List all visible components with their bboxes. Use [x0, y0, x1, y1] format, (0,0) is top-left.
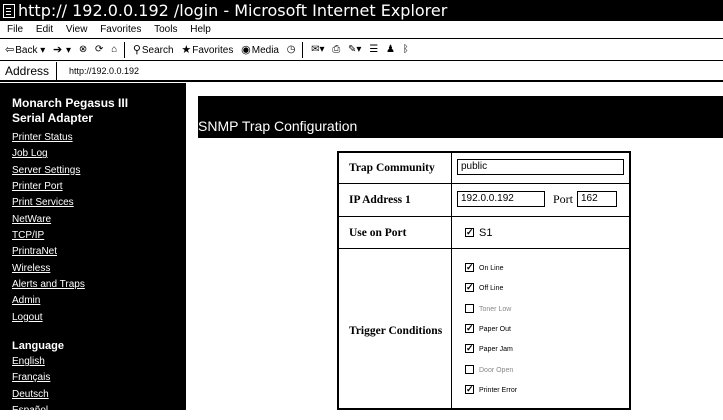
- back-dropdown-icon[interactable]: ▾: [40, 45, 45, 56]
- trigger-conditions-row: Trigger Conditions On Line Off Line Toner …: [339, 248, 629, 408]
- sidebar-link-printer-status[interactable]: Printer Status: [12, 130, 184, 146]
- trigger-conditions-label: Trigger Conditions: [349, 324, 443, 337]
- address-bar: Address http://192.0.0.192: [0, 61, 723, 82]
- frame-divider[interactable]: [184, 83, 186, 410]
- menu-bar: File Edit View Favorites Tools Help: [0, 21, 723, 39]
- sidebar-link-server-settings[interactable]: Server Settings: [12, 163, 184, 179]
- sidebar-link-job-log[interactable]: Job Log: [12, 146, 184, 162]
- trigger-conditions-list: On Line Off Line Toner Low Paper Out Paper J…: [451, 249, 629, 408]
- port-s1-checkbox[interactable]: [465, 226, 474, 238]
- sidebar-link-printer-port[interactable]: Printer Port: [12, 179, 184, 195]
- media-icon: ◉: [241, 44, 251, 56]
- ip-address-row: IP Address 1 192.0.0.192 Port 162: [339, 183, 629, 216]
- menu-file[interactable]: File: [7, 24, 23, 35]
- trigger-label: Printer Error: [479, 386, 518, 394]
- address-label: Address: [5, 64, 50, 78]
- edit-icon[interactable]: ✎▾: [348, 39, 361, 60]
- toolbar: ⇦Back ▾ ➔ ▾ ⊗ ⟳ ⌂ ⚲Search ★Favorites ◉Me…: [0, 39, 723, 61]
- trigger-checkbox[interactable]: [465, 322, 474, 334]
- trigger-checkbox[interactable]: [465, 342, 474, 354]
- language-link-espanol[interactable]: Español: [12, 403, 184, 419]
- print-icon[interactable]: ⎙: [332, 39, 340, 60]
- trigger-checkbox[interactable]: [465, 303, 474, 313]
- mail-icon[interactable]: ✉▾: [311, 39, 324, 60]
- trigger-label: On Line: [479, 265, 504, 272]
- sidebar: Monarch Pegasus III Serial Adapter Print…: [0, 83, 184, 416]
- ip-address-label: IP Address 1: [349, 194, 411, 206]
- trap-community-label: Trap Community: [349, 162, 435, 174]
- trigger-checkbox[interactable]: [465, 383, 474, 395]
- trigger-label: Paper Jam: [479, 346, 513, 354]
- language-link-english[interactable]: English: [12, 354, 184, 370]
- port-s1-label: S1: [479, 227, 493, 239]
- window-title: http:// 192.0.0.192 /login - Microsoft I…: [18, 1, 448, 20]
- menu-tools[interactable]: Tools: [154, 24, 177, 35]
- favorites-button[interactable]: ★Favorites: [181, 39, 233, 60]
- history-icon[interactable]: ◷: [287, 39, 296, 60]
- home-icon[interactable]: ⌂: [111, 39, 117, 60]
- stop-icon[interactable]: ⊗: [79, 39, 87, 60]
- sidebar-nav: Printer Status Job Log Server Settings P…: [12, 130, 184, 326]
- toolbar-separator: [302, 42, 304, 58]
- use-on-port-row: Use on Port S1: [339, 216, 629, 248]
- toolbar-separator: [124, 42, 126, 58]
- favorites-icon: ★: [181, 44, 192, 56]
- trap-community-input[interactable]: public: [457, 159, 624, 175]
- sidebar-link-admin[interactable]: Admin: [12, 293, 184, 309]
- language-link-francais[interactable]: Français: [12, 370, 184, 386]
- back-button[interactable]: ⇦Back ▾: [5, 39, 45, 60]
- page-icon: [3, 4, 15, 18]
- menu-view[interactable]: View: [66, 24, 88, 35]
- window-title-bar: http:// 192.0.0.192 /login - Microsoft I…: [0, 0, 723, 21]
- device-title: Monarch Pegasus III: [12, 96, 129, 110]
- use-on-port-label: Use on Port: [349, 226, 407, 239]
- messenger-icon[interactable]: ♟: [386, 39, 395, 60]
- language-heading: Language: [12, 340, 64, 353]
- search-button[interactable]: ⚲Search: [132, 39, 174, 60]
- sidebar-link-logout[interactable]: Logout: [12, 310, 184, 326]
- device-subtitle: Serial Adapter: [12, 111, 93, 125]
- ip-address-input[interactable]: 192.0.0.192: [457, 191, 545, 207]
- sidebar-link-print-services[interactable]: Print Services: [12, 195, 184, 211]
- sidebar-link-wireless[interactable]: Wireless: [12, 261, 184, 277]
- forward-dropdown-icon[interactable]: ▾: [66, 45, 71, 56]
- snmp-trap-form: Trap Community public IP Address 1 192.0…: [337, 151, 631, 410]
- page-title: SNMP Trap Configuration: [198, 118, 358, 134]
- sidebar-link-netware[interactable]: NetWare: [12, 212, 184, 228]
- trap-community-row: Trap Community public: [339, 153, 629, 183]
- refresh-icon[interactable]: ⟳: [95, 39, 103, 60]
- trigger-checkbox[interactable]: [465, 281, 474, 293]
- menu-favorites[interactable]: Favorites: [100, 24, 141, 35]
- discuss-icon[interactable]: ☰: [369, 39, 378, 60]
- menu-help[interactable]: Help: [190, 24, 211, 35]
- port-input[interactable]: 162: [577, 191, 617, 207]
- trigger-label: Door Open: [479, 366, 514, 374]
- back-arrow-icon: ⇦: [5, 44, 15, 56]
- trigger-checkbox[interactable]: [465, 261, 474, 273]
- forward-button[interactable]: ➔ ▾: [53, 39, 71, 60]
- bluetooth-icon[interactable]: ᛒ: [403, 39, 409, 60]
- sidebar-link-tcpip[interactable]: TCP/IP: [12, 228, 184, 244]
- trigger-label: Toner Low: [479, 305, 512, 313]
- language-link-deutsch[interactable]: Deutsch: [12, 387, 184, 403]
- trigger-label: Paper Out: [479, 325, 511, 333]
- port-label: Port: [553, 192, 574, 206]
- menu-edit[interactable]: Edit: [36, 24, 53, 35]
- search-icon: ⚲: [132, 44, 141, 56]
- sidebar-link-printranet[interactable]: PrintraNet: [12, 244, 184, 260]
- forward-arrow-icon: ➔: [53, 44, 63, 56]
- trigger-checkbox[interactable]: [465, 364, 474, 374]
- media-button[interactable]: ◉Media: [241, 39, 279, 60]
- address-input[interactable]: http://192.0.0.192: [56, 62, 723, 81]
- sidebar-link-alerts-and-traps[interactable]: Alerts and Traps: [12, 277, 184, 293]
- trigger-label: Off Line: [479, 285, 504, 293]
